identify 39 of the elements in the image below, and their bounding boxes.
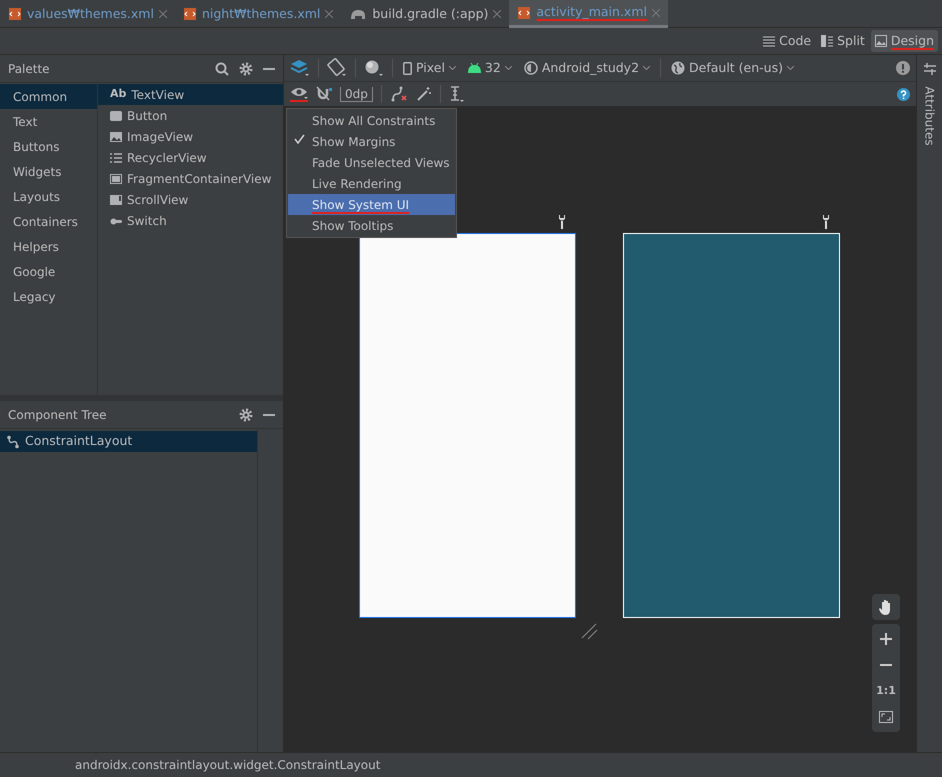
editor-tab[interactable]: build.gradle (:app) [341,0,510,28]
panel-title: Palette [8,60,51,78]
locale-dropdown[interactable]: Default (en-us) [669,58,796,78]
device-dropdown[interactable]: Pixel [401,58,458,78]
menu-item[interactable]: Show Tooltips [288,215,455,236]
menu-item[interactable]: Show Margins [288,131,455,152]
view-mode-button[interactable]: Design [870,30,938,52]
palette-item[interactable]: FragmentContainerView [98,168,283,189]
category-item[interactable]: Containers [0,209,97,234]
view-mode-button[interactable]: Code [759,30,816,52]
category-item[interactable]: Common [0,84,97,109]
editor-tab[interactable]: night₩themes.xml [174,0,342,28]
category-item[interactable]: Helpers [0,234,97,259]
menu-item[interactable]: Show System UI [288,194,455,215]
text-view-icon: Ab [110,86,126,103]
category-item[interactable]: Layouts [0,184,97,209]
attributes-tab[interactable]: Attributes [920,86,938,146]
theme-dropdown[interactable]: Android_study2 [522,58,652,78]
palette-item[interactable]: Switch [98,210,283,231]
palette-item[interactable]: Button [98,105,283,126]
category-item[interactable]: Legacy [0,284,97,309]
panel-title: Component Tree [8,406,108,424]
palette-item[interactable]: Ab TextView [98,84,283,105]
menu-item[interactable]: Fade Unselected Views [288,152,455,173]
view-mode-button[interactable]: Split [817,30,869,52]
api-dropdown[interactable]: 32 [466,58,514,78]
tree-item[interactable]: ConstraintLayout [0,431,257,452]
palette-item[interactable]: RecyclerView [98,147,283,168]
status-text: androidx.constraintlayout.widget.ConstraintLayout [75,757,380,774]
menu-item[interactable]: Live Rendering [288,173,455,194]
palette-item[interactable]: ImageView [98,126,283,147]
category-item[interactable]: Widgets [0,159,97,184]
category-item[interactable]: Google [0,259,97,284]
category-item[interactable]: Buttons [0,134,97,159]
margin-field[interactable]: 0dp [340,86,373,102]
menu-item[interactable]: Show All Constraints [288,110,455,131]
category-item[interactable]: Text [0,109,97,134]
editor-tab[interactable]: values₩themes.xml [0,0,175,28]
palette-item[interactable]: ScrollView [98,189,283,210]
